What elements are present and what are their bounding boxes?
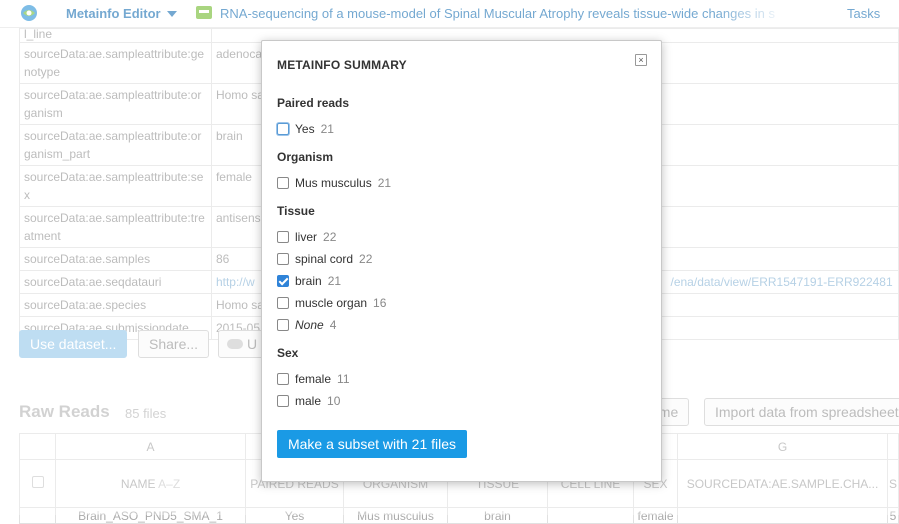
option-count: 21 [377,176,392,190]
option-label[interactable]: spinal cord [295,252,353,266]
option-count: 16 [373,296,387,310]
checkbox-checked[interactable] [277,275,289,287]
section-title: Sex [277,346,299,360]
checkbox[interactable] [277,373,289,385]
filter-option-spinal-cord[interactable]: spinal cord 22 [277,248,386,270]
option-label[interactable]: brain [295,274,322,288]
section-organism: Organism Mus musculus 21 [277,150,391,194]
checkbox[interactable] [277,253,289,265]
metainfo-summary-dialog: METAINFO SUMMARY × Paired reads Yes 21 O… [261,40,662,482]
option-count: 10 [327,394,341,408]
filter-option-mus-musculus[interactable]: Mus musculus 21 [277,172,391,194]
checkbox[interactable] [277,177,289,189]
option-count: 11 [337,372,350,386]
checkbox[interactable] [277,297,289,309]
checkbox[interactable] [277,231,289,243]
section-paired-reads: Paired reads Yes 21 [277,96,349,140]
checkbox[interactable] [277,395,289,407]
dialog-title: METAINFO SUMMARY [277,58,407,72]
option-count: 4 [329,318,337,332]
option-count: 21 [327,274,342,288]
section-tissue: Tissue liver 22 spinal cord 22 brain 21 … [277,204,386,336]
section-title: Organism [277,150,334,164]
option-label[interactable]: male [295,394,321,408]
option-count: 22 [323,230,337,244]
filter-option-yes[interactable]: Yes 21 [277,118,349,140]
option-label[interactable]: Yes [295,122,315,136]
filter-option-female[interactable]: female 11 [277,368,350,390]
filter-option-male[interactable]: male 10 [277,390,350,412]
filter-option-brain[interactable]: brain 21 [277,270,386,292]
checkbox[interactable] [277,319,289,331]
filter-option-liver[interactable]: liver 22 [277,226,386,248]
make-subset-button[interactable]: Make a subset with 21 files [277,430,467,458]
option-label[interactable]: female [295,372,331,386]
option-label[interactable]: None [295,318,324,332]
option-count: 21 [320,122,334,136]
section-title: Tissue [277,204,315,218]
filter-option-none[interactable]: None 4 [277,314,386,336]
section-title: Paired reads [277,96,350,110]
section-sex: Sex female 11 male 10 [277,346,350,412]
close-icon[interactable]: × [635,54,647,66]
filter-option-muscle-organ[interactable]: muscle organ 16 [277,292,386,314]
option-count: 22 [359,252,373,266]
checkbox[interactable] [277,123,289,135]
option-label[interactable]: liver [295,230,317,244]
option-label[interactable]: muscle organ [295,296,367,310]
option-label[interactable]: Mus musculus [295,176,372,190]
